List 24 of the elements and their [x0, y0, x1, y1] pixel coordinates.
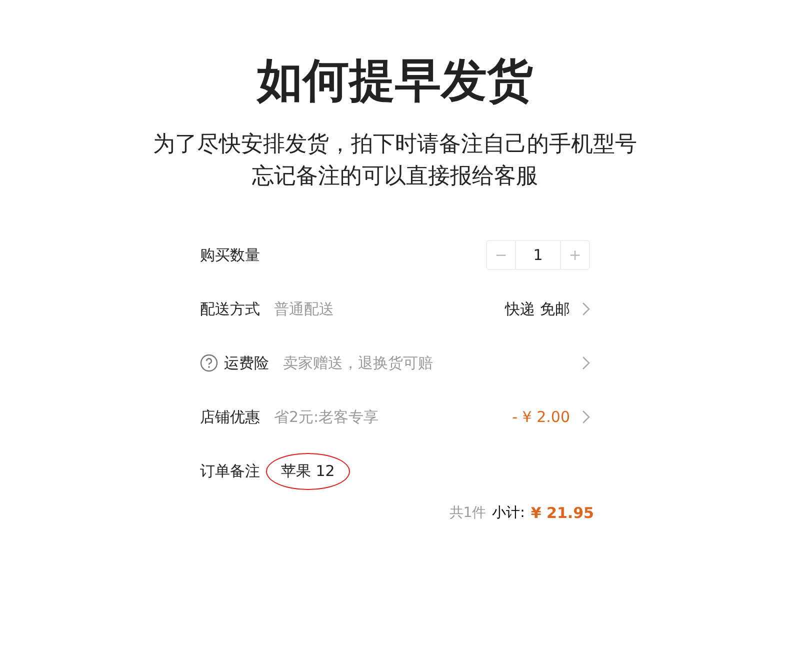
row-value: 快递 免邮 — [505, 300, 570, 318]
quantity-field[interactable]: 1 — [515, 241, 561, 269]
row-label: 店铺优惠 — [200, 408, 260, 426]
subtitle-line: 忘记备注的可以直接报给客服 — [252, 164, 538, 190]
page-title: 如何提早发货 — [256, 52, 534, 109]
subtotal-label: 小计: — [492, 504, 525, 522]
subtotal-price: ¥ 21.95 — [530, 504, 594, 522]
row-label: 购买数量 — [200, 246, 260, 264]
subtitle-line: 为了尽快安排发货，拍下时请备注自己的手机型号 — [153, 132, 637, 158]
chevron-icon[interactable] — [582, 410, 590, 424]
row-value: - ¥ 2.00 — [512, 408, 570, 426]
increase-button[interactable]: + — [561, 241, 589, 269]
decrease-button[interactable]: − — [487, 241, 515, 269]
row-label: 运费险 — [224, 354, 269, 372]
item-count: 共1件 — [449, 504, 486, 522]
row-label: 订单备注 — [200, 462, 260, 480]
row-detail: 卖家赠送，退换货可赔 — [283, 354, 433, 372]
row-detail: 普通配送 — [274, 300, 334, 318]
help-icon[interactable] — [200, 354, 218, 372]
circled-note-text: 苹果 12 — [266, 452, 350, 490]
row-detail: 省2元:老客专享 — [274, 408, 379, 426]
chevron-icon[interactable] — [582, 356, 590, 370]
chevron-icon[interactable] — [582, 302, 590, 316]
row-label: 配送方式 — [200, 300, 260, 318]
